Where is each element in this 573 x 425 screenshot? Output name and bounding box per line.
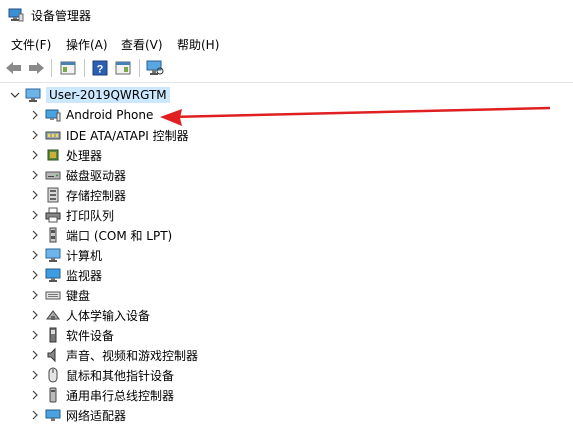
properties-view-icon[interactable] — [58, 58, 78, 78]
menu-file[interactable]: 文件(F) — [11, 36, 51, 53]
tree-item[interactable]: 网络适配器 — [28, 405, 126, 425]
network-adapter-icon — [45, 407, 61, 423]
tree-item[interactable]: 人体学输入设备 — [28, 305, 150, 325]
storage-controller-icon — [45, 187, 61, 203]
chevron-right-icon[interactable] — [28, 205, 42, 225]
ide-controller-icon — [45, 127, 61, 143]
device-tree: User-2019QWRGTM Android Phone IDE ATA/ATA… — [0, 83, 573, 423]
tree-item[interactable]: 处理器 — [28, 145, 102, 165]
tree-item-label: 人体学输入设备 — [66, 308, 151, 323]
svg-text:?: ? — [97, 64, 104, 76]
tree-item[interactable]: 软件设备 — [28, 325, 114, 345]
printer-icon — [45, 207, 61, 223]
toolbar-separator — [139, 59, 140, 77]
processor-icon — [45, 147, 61, 163]
keyboard-icon — [45, 287, 61, 303]
tree-item-label: 磁盘驱动器 — [66, 168, 127, 183]
toolbar: ? — [0, 55, 573, 83]
tree-item[interactable]: 通用串行总线控制器 — [28, 385, 174, 405]
console-view-icon[interactable] — [113, 58, 133, 78]
tree-item-label: 网络适配器 — [66, 408, 127, 423]
tree-item[interactable]: 鼠标和其他指针设备 — [28, 365, 174, 385]
tree-root[interactable]: User-2019QWRGTM — [8, 85, 170, 105]
hid-icon — [45, 307, 61, 323]
tree-item[interactable]: 计算机 — [28, 245, 102, 265]
chevron-down-icon[interactable] — [8, 85, 22, 105]
chevron-right-icon[interactable] — [28, 385, 42, 405]
device-manager-icon — [8, 8, 24, 22]
disk-drive-icon — [45, 167, 61, 183]
toolbar-separator — [51, 59, 52, 77]
menu-help[interactable]: 帮助(H) — [177, 36, 219, 53]
tree-item[interactable]: 声音、视频和游戏控制器 — [28, 345, 198, 365]
menu-action[interactable]: 操作(A) — [66, 36, 108, 53]
chevron-right-icon[interactable] — [28, 345, 42, 365]
chevron-right-icon[interactable] — [28, 365, 42, 385]
chevron-right-icon[interactable] — [28, 265, 42, 285]
usb-icon — [45, 387, 61, 403]
tree-item-label: 鼠标和其他指针设备 — [66, 368, 175, 383]
tree-item-label: 键盘 — [66, 288, 91, 303]
window-title: 设备管理器 — [31, 9, 92, 23]
chevron-right-icon[interactable] — [28, 105, 42, 125]
tree-item-label: 软件设备 — [66, 328, 115, 343]
tree-item[interactable]: Android Phone — [28, 105, 153, 125]
tree-item[interactable]: 端口 (COM 和 LPT) — [28, 225, 172, 245]
tree-item-label: 打印队列 — [66, 208, 115, 223]
tree-item[interactable]: 磁盘驱动器 — [28, 165, 126, 185]
menu-view[interactable]: 查看(V) — [121, 36, 163, 53]
android-phone-icon — [45, 107, 61, 123]
title-bar: 设备管理器 — [0, 0, 573, 31]
chevron-right-icon[interactable] — [28, 125, 42, 145]
monitor-icon — [45, 267, 61, 283]
toolbar-separator — [84, 59, 85, 77]
chevron-right-icon[interactable] — [28, 185, 42, 205]
tree-root-label: User-2019QWRGTM — [46, 87, 170, 103]
tree-item[interactable]: 监视器 — [28, 265, 102, 285]
software-device-icon — [45, 327, 61, 343]
chevron-right-icon[interactable] — [28, 305, 42, 325]
tree-item-label: 处理器 — [66, 148, 103, 163]
computer-icon — [45, 247, 61, 263]
chevron-right-icon[interactable] — [28, 245, 42, 265]
tree-item[interactable]: 打印队列 — [28, 205, 114, 225]
tree-item-label: 声音、视频和游戏控制器 — [66, 348, 199, 363]
port-icon — [45, 227, 61, 243]
menu-bar: 文件(F) 操作(A) 查看(V) 帮助(H) — [0, 31, 573, 55]
tree-item[interactable]: 键盘 — [28, 285, 90, 305]
chevron-right-icon[interactable] — [28, 225, 42, 245]
tree-item-label: 端口 (COM 和 LPT) — [66, 228, 173, 243]
tree-item[interactable]: IDE ATA/ATAPI 控制器 — [28, 125, 189, 145]
chevron-right-icon[interactable] — [28, 405, 42, 425]
back-icon[interactable] — [4, 58, 24, 78]
tree-item-label: IDE ATA/ATAPI 控制器 — [66, 128, 189, 143]
chevron-right-icon[interactable] — [28, 165, 42, 185]
chevron-right-icon[interactable] — [28, 145, 42, 165]
mouse-icon — [45, 367, 61, 383]
tree-item-label: 计算机 — [66, 248, 103, 263]
tree-item-label: 通用串行总线控制器 — [66, 388, 175, 403]
help-icon[interactable]: ? — [90, 58, 110, 78]
computer-icon — [25, 87, 41, 103]
tree-item-label: Android Phone — [66, 108, 154, 122]
chevron-right-icon[interactable] — [28, 325, 42, 345]
chevron-right-icon[interactable] — [28, 285, 42, 305]
forward-icon[interactable] — [26, 58, 46, 78]
tree-item-label: 存储控制器 — [66, 188, 127, 203]
tree-item[interactable]: 存储控制器 — [28, 185, 126, 205]
sound-icon — [45, 347, 61, 363]
scan-hardware-icon[interactable] — [145, 58, 165, 78]
tree-item-label: 监视器 — [66, 268, 103, 283]
